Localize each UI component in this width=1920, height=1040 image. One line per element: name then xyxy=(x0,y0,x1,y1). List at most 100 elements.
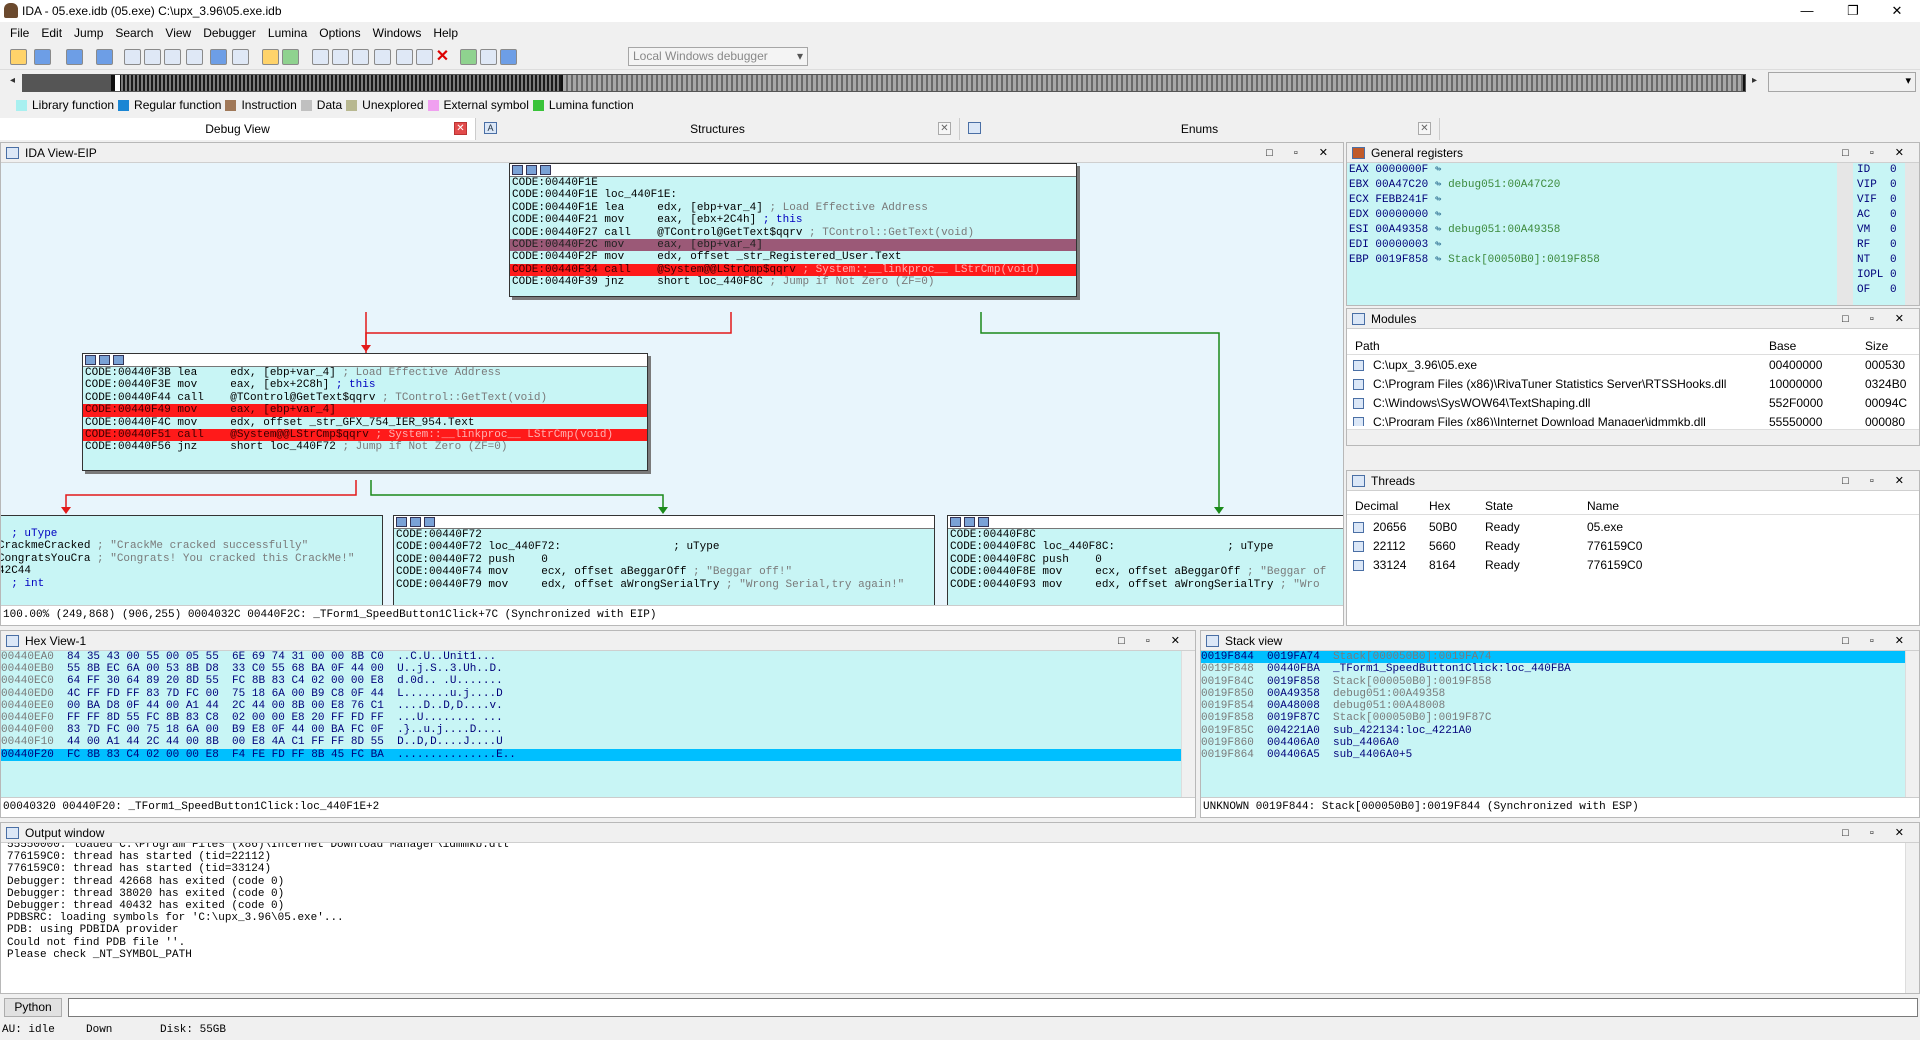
close-icon[interactable]: ✕ xyxy=(1418,122,1431,135)
back-icon[interactable] xyxy=(66,49,83,65)
menu-help[interactable]: Help xyxy=(427,26,464,40)
menu-options[interactable]: Options xyxy=(313,26,366,40)
group-icon[interactable] xyxy=(540,165,551,175)
stack-row[interactable]: 0019F864 004406A5 sub_4406A0+5 xyxy=(1201,749,1919,761)
stack-row[interactable]: 0019F854 00A48008 debug051:00A48008 xyxy=(1201,700,1919,712)
panel-window-buttons[interactable]: □ ▫ ✕ xyxy=(1266,143,1337,163)
asm-line[interactable]: CongratsYouCra ; "Congrats! You cracked … xyxy=(1,553,382,565)
link-icon[interactable]: ↬ xyxy=(1435,179,1442,191)
graph-icon[interactable] xyxy=(526,165,537,175)
menu-file[interactable]: File xyxy=(4,26,35,40)
flag-vm[interactable]: VM 0 xyxy=(1857,223,1897,238)
color-icon[interactable] xyxy=(512,165,523,175)
asm-line[interactable]: CODE:00440F2F mov edx, offset _str_Regis… xyxy=(510,251,1076,263)
register-eax[interactable]: EAX 0000000F ↬ xyxy=(1349,163,1448,178)
output-log[interactable]: 55550000: loaded C:\Program Files (x86)\… xyxy=(1,843,1919,993)
paste-icon[interactable] xyxy=(144,49,161,65)
binary-icon[interactable] xyxy=(164,49,181,65)
search-icon[interactable] xyxy=(232,49,249,65)
asm-line-breakpoint[interactable]: CODE:00440F49 mov eax, [ebp+var_4] xyxy=(83,404,647,417)
close-icon[interactable]: ✕ xyxy=(454,122,467,135)
panel-window-buttons[interactable]: □ ▫ ✕ xyxy=(1842,309,1913,329)
column-header-path[interactable]: Path xyxy=(1355,337,1380,355)
graph-node-loc-440f1e[interactable]: CODE:00440F1E CODE:00440F1E loc_440F1E: … xyxy=(509,163,1077,297)
menu-jump[interactable]: Jump xyxy=(68,26,109,40)
graph-icon[interactable] xyxy=(964,517,975,527)
flag-vip[interactable]: VIP 0 xyxy=(1857,178,1897,193)
tab-debug-view[interactable]: Debug View ✕ xyxy=(0,118,476,140)
hex-row[interactable]: 00440EB0 55 8B EC 6A 00 53 8B D8 33 C0 5… xyxy=(1,663,1195,675)
column-header-size[interactable]: Size xyxy=(1865,337,1888,355)
asm-line-current-eip[interactable]: CODE:00440F2C mov eax, [ebp+var_4] xyxy=(510,238,1076,252)
flag-id[interactable]: ID 0 xyxy=(1857,163,1897,178)
stack-scrollbar[interactable] xyxy=(1905,651,1919,797)
python-language-button[interactable]: Python xyxy=(4,998,62,1017)
open-icon[interactable] xyxy=(10,49,27,65)
column-header-state[interactable]: State xyxy=(1485,497,1513,515)
stack-row-current[interactable]: 0019F844 0019FA74 Stack[000050B0]:0019FA… xyxy=(1201,651,1919,664)
column-header-decimal[interactable]: Decimal xyxy=(1355,497,1398,515)
asm-line-breakpoint[interactable]: CODE:00440F51 call @System@@LStrCmp$qqrv… xyxy=(83,428,647,442)
color-icon[interactable] xyxy=(396,517,407,527)
asm-line[interactable]: CODE:00440F3E mov eax, [ebx+2C8h] ; this xyxy=(83,379,647,391)
link-icon[interactable]: ↬ xyxy=(1435,194,1442,206)
asm-line[interactable]: 42C44 xyxy=(1,565,382,577)
asm-line[interactable]: CODE:00440F8E mov ecx, offset aBeggarOff… xyxy=(948,566,1343,578)
graph-icon[interactable] xyxy=(99,355,110,365)
asm-line[interactable]: CODE:00440F8C xyxy=(948,529,1343,541)
asm-line[interactable]: CODE:00440F1E lea edx, [ebp+var_4] ; Loa… xyxy=(510,202,1076,214)
asm-line[interactable]: ; uType xyxy=(1,528,382,540)
asm-line[interactable]: CODE:00440F4C mov edx, offset _str_GFX_7… xyxy=(83,417,647,429)
color-icon[interactable] xyxy=(85,355,96,365)
graph-canvas[interactable]: CODE:00440F1E CODE:00440F1E loc_440F1E: … xyxy=(1,163,1343,605)
panel-window-buttons[interactable]: □ ▫ ✕ xyxy=(1118,631,1189,651)
stack-list[interactable]: 0019F844 0019FA74 Stack[000050B0]:0019FA… xyxy=(1201,651,1919,797)
nav-right-arrow-icon[interactable]: ▸ xyxy=(1752,75,1757,86)
thread-row[interactable]: 22112 5660 Ready 776159C0 xyxy=(1347,538,1919,554)
group-icon[interactable] xyxy=(113,355,124,365)
panel-window-buttons[interactable]: □ ▫ ✕ xyxy=(1842,143,1913,163)
menu-lumina[interactable]: Lumina xyxy=(262,26,313,40)
hex-row-current[interactable]: 00440F20 FC 8B 83 C4 02 00 00 E8 F4 FE F… xyxy=(1,748,1195,761)
maximize-button[interactable]: ❐ xyxy=(1830,0,1876,22)
asm-line[interactable]: CODE:00440F8C loc_440F8C: ; uType xyxy=(948,541,1343,553)
start-debugger-icon[interactable] xyxy=(460,49,477,65)
flag-vif[interactable]: VIF 0 xyxy=(1857,193,1897,208)
link-icon[interactable]: ↬ xyxy=(1435,254,1442,266)
menu-view[interactable]: View xyxy=(159,26,197,40)
thread-row[interactable]: 20656 50B0 Ready 05.exe xyxy=(1347,519,1919,535)
panel-window-buttons[interactable]: □ ▫ ✕ xyxy=(1842,631,1913,651)
asm-line[interactable]: ; int xyxy=(1,578,382,590)
modules-hscrollbar[interactable] xyxy=(1347,429,1919,445)
graph-icon[interactable] xyxy=(410,517,421,527)
stack-row[interactable]: 0019F84C 0019F858 Stack[000050B0]:0019F8… xyxy=(1201,676,1919,688)
save-icon[interactable] xyxy=(34,49,51,65)
menu-windows[interactable]: Windows xyxy=(367,26,428,40)
hex-row[interactable]: 00440EC0 64 FF 30 64 89 20 8D 55 FC 8B 8… xyxy=(1,675,1195,687)
menu-edit[interactable]: Edit xyxy=(35,26,68,40)
forward-icon[interactable] xyxy=(96,49,113,65)
add-struct-icon[interactable] xyxy=(352,49,369,65)
asm-line[interactable]: CODE:00440F44 call @TControl@GetText$qqr… xyxy=(83,392,647,404)
close-icon[interactable]: ✕ xyxy=(938,122,951,135)
graph-node-success[interactable]: ; uType CrackmeCracked ; "CrackMe cracke… xyxy=(1,515,383,605)
output-scrollbar[interactable] xyxy=(1905,843,1919,993)
stack-row[interactable]: 0019F848 00440FBA _TForm1_SpeedButton1Cl… xyxy=(1201,663,1919,675)
hex-row[interactable]: 00440EE0 00 BA D8 0F 44 00 A1 44 2C 44 0… xyxy=(1,700,1195,712)
link-icon[interactable]: ↬ xyxy=(1435,164,1442,176)
minimize-button[interactable]: — xyxy=(1784,0,1830,22)
flag-of[interactable]: OF 0 xyxy=(1857,283,1897,298)
stop-icon[interactable] xyxy=(500,49,517,65)
asm-line-breakpoint[interactable]: CODE:00440F34 call @System@@LStrCmp$qqrv… xyxy=(510,263,1076,277)
delete-icon[interactable]: ✕ xyxy=(434,49,451,65)
flags-scrollbar[interactable] xyxy=(1905,163,1919,305)
menu-debugger[interactable]: Debugger xyxy=(197,26,262,40)
module-row[interactable]: C:\Program Files (x86)\Internet Download… xyxy=(1347,414,1919,426)
hex-dump[interactable]: 00440EA0 84 35 43 00 55 00 05 55 6E 69 7… xyxy=(1,651,1195,797)
register-edi[interactable]: EDI 00000003 ↬ xyxy=(1349,238,1448,253)
asm-line[interactable]: CODE:00440F3B lea edx, [ebp+var_4] ; Loa… xyxy=(83,367,647,379)
close-button[interactable]: ✕ xyxy=(1874,0,1920,22)
column-header-hex[interactable]: Hex xyxy=(1429,497,1450,515)
asm-line[interactable]: CODE:00440F93 mov edx, offset aWrongSeri… xyxy=(948,579,1343,591)
stack-row[interactable]: 0019F858 0019F87C Stack[000050B0]:0019F8… xyxy=(1201,712,1919,724)
